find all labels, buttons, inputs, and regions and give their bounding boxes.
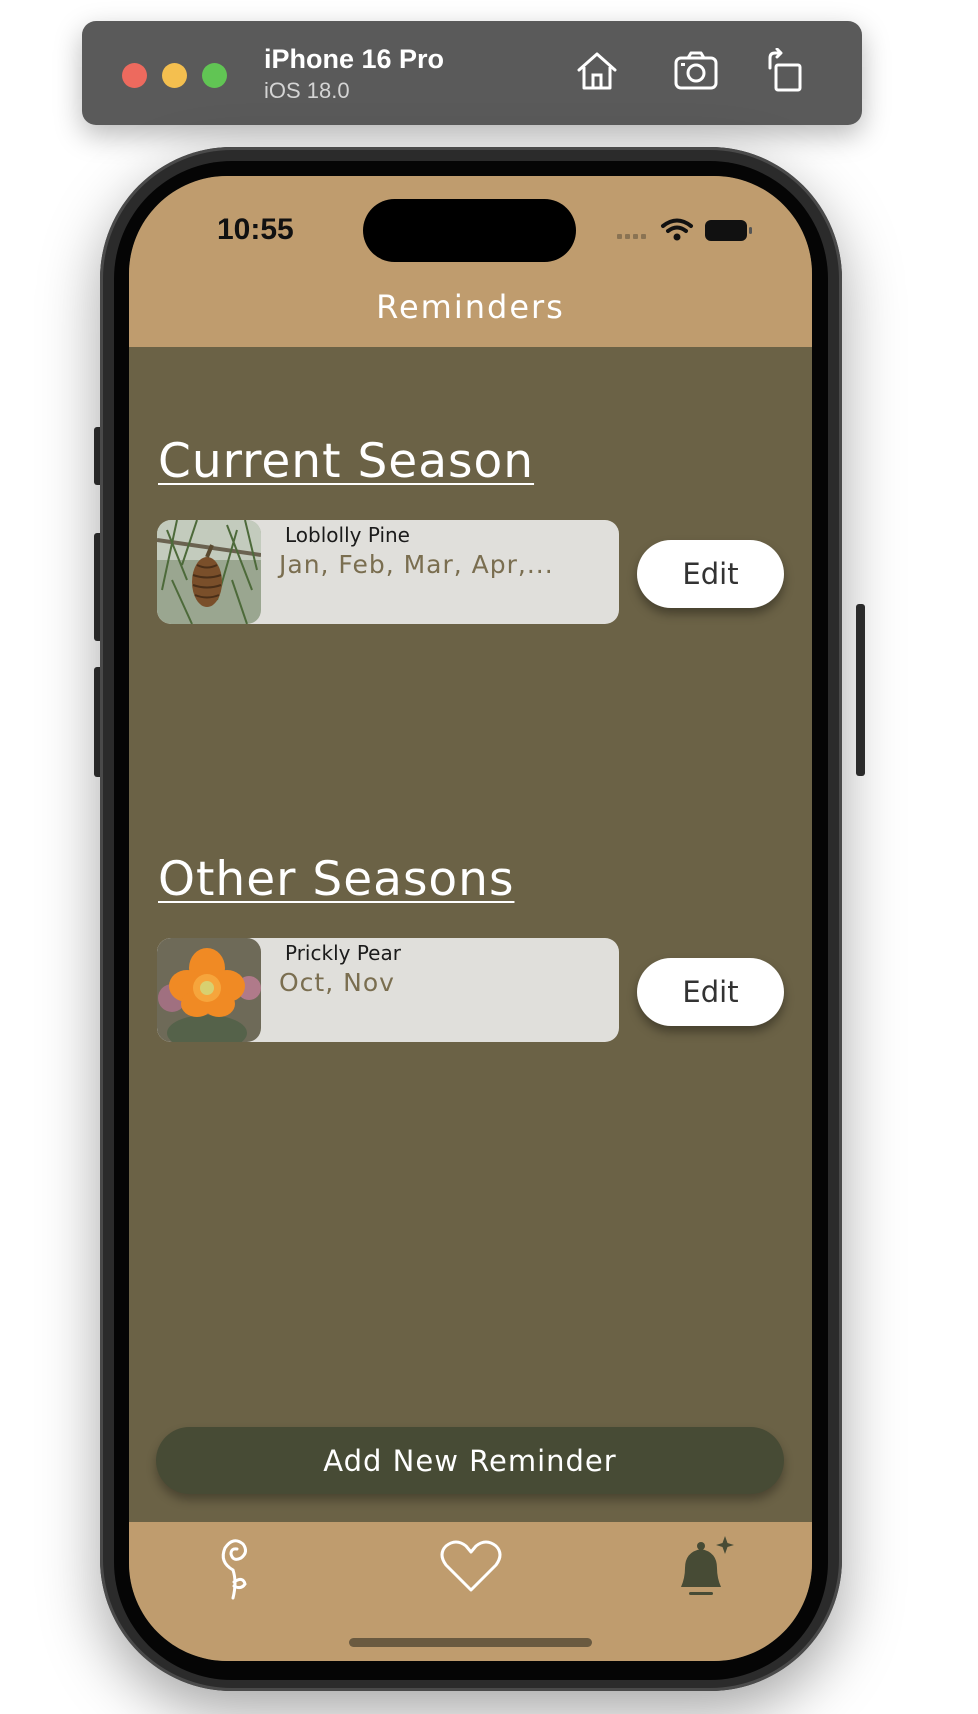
close-window-button[interactable] (122, 63, 147, 88)
cellular-signal-icon (617, 234, 646, 239)
zoom-window-button[interactable] (202, 63, 227, 88)
minimize-window-button[interactable] (162, 63, 187, 88)
cactus-flower-photo (157, 938, 261, 1042)
reminder-months: Jan, Feb, Mar, Apr,... (279, 550, 554, 579)
status-time: 10:55 (217, 213, 294, 246)
plant-name: Prickly Pear (285, 941, 401, 965)
pine-cone-photo (157, 520, 261, 624)
simulator-stage: iPhone 16 Pro iOS 18.0 10:55 Reminders C… (0, 0, 978, 1714)
power-button (856, 604, 865, 776)
tab-bar (129, 1522, 812, 1661)
other-seasons-heading: Other Seasons (158, 852, 515, 907)
simulator-device-name: iPhone 16 Pro (264, 44, 445, 74)
dynamic-island (363, 199, 576, 262)
home-icon[interactable] (574, 48, 620, 94)
plant-name: Loblolly Pine (285, 523, 410, 547)
reminder-card[interactable]: Loblolly Pine Jan, Feb, Mar, Apr,... (157, 520, 619, 624)
status-icons (617, 218, 752, 241)
edit-button[interactable]: Edit (637, 958, 784, 1026)
reminder-months: Oct, Nov (279, 968, 395, 997)
bell-icon[interactable] (669, 1532, 739, 1602)
heart-icon[interactable] (436, 1532, 506, 1602)
add-new-reminder-button[interactable]: Add New Reminder (156, 1427, 784, 1494)
simulator-os-version: iOS 18.0 (264, 78, 350, 103)
home-indicator (349, 1638, 592, 1647)
screenshot-icon[interactable] (673, 48, 719, 94)
header-area: 10:55 Reminders (129, 176, 812, 347)
simulator-toolbar (82, 21, 862, 125)
wifi-icon (661, 218, 693, 241)
current-season-heading: Current Season (158, 434, 535, 489)
rotate-icon[interactable] (764, 48, 810, 94)
app-screen: 10:55 Reminders Current Season Loblolly … (129, 176, 812, 1661)
plant-sprout-icon[interactable] (201, 1532, 271, 1602)
edit-button[interactable]: Edit (637, 540, 784, 608)
page-title: Reminders (376, 288, 565, 326)
battery-icon (705, 220, 752, 241)
reminder-card[interactable]: Prickly Pear Oct, Nov (157, 938, 619, 1042)
